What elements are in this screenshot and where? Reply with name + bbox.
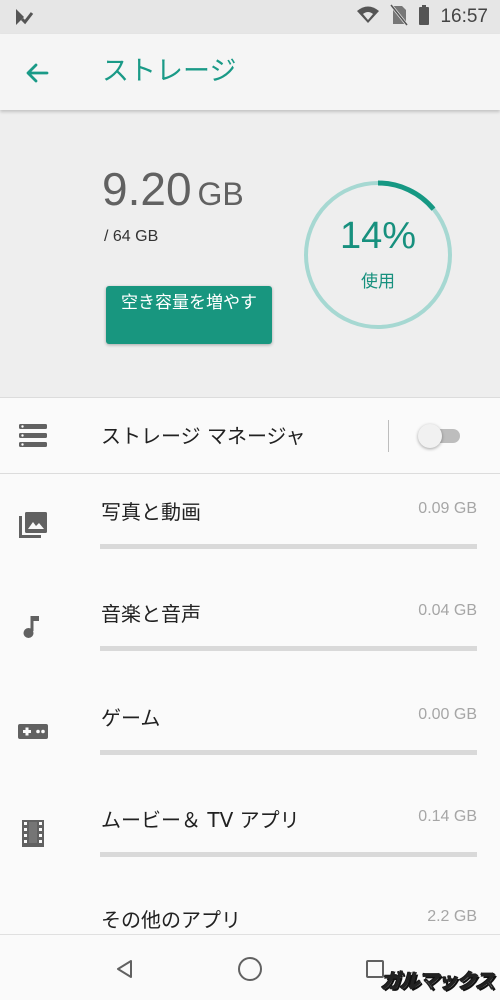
arrow-back-icon xyxy=(26,63,49,83)
vertical-divider xyxy=(388,420,389,452)
category-name: 音楽と音声 xyxy=(101,602,201,626)
category-usage-bar xyxy=(100,750,477,755)
triangle-back-icon xyxy=(117,960,132,978)
total-storage: / 64 GB xyxy=(104,228,159,245)
category-size: 0.00 GB xyxy=(418,706,477,723)
category-games[interactable]: ゲーム 0.00 GB xyxy=(0,682,500,786)
category-name: ゲーム xyxy=(101,706,161,730)
nav-back-button[interactable] xyxy=(105,949,145,989)
category-size: 2.2 GB xyxy=(427,908,477,925)
back-button[interactable] xyxy=(16,52,58,94)
usage-donut: 14% 使用 xyxy=(298,175,458,335)
storage-manager-toggle[interactable] xyxy=(418,424,464,448)
category-name: 写真と動画 xyxy=(101,500,201,524)
storage-manager-icon xyxy=(18,422,48,454)
watermark-logo: ガルマックス xyxy=(380,969,495,994)
app-bar: ストレージ xyxy=(0,34,500,110)
category-usage-bar xyxy=(100,646,477,651)
storage-manager-row[interactable]: ストレージ マネージャ xyxy=(0,398,500,474)
category-usage-fill xyxy=(100,750,477,755)
usage-caption: 使用 xyxy=(361,272,395,292)
music-note-icon xyxy=(18,612,48,642)
used-storage-value: 9.20 xyxy=(102,163,192,215)
category-name: その他のアプリ xyxy=(101,908,241,932)
page-title: ストレージ xyxy=(102,56,237,87)
notification-check-icon xyxy=(14,7,34,31)
storage-manager-label: ストレージ マネージャ xyxy=(101,424,306,448)
no-sim-icon xyxy=(390,4,409,30)
category-movies-tv[interactable]: ムービー＆ TV アプリ 0.14 GB xyxy=(0,784,500,888)
used-storage-unit: GB xyxy=(197,176,244,212)
usage-percent: 14% xyxy=(339,215,417,257)
category-usage-bar xyxy=(100,544,477,549)
category-size: 0.09 GB xyxy=(418,500,477,517)
category-music-audio[interactable]: 音楽と音声 0.04 GB xyxy=(0,578,500,682)
nav-home-button[interactable] xyxy=(230,949,270,989)
gamepad-icon xyxy=(18,716,48,746)
category-usage-bar xyxy=(100,852,477,857)
category-usage-fill xyxy=(100,646,477,651)
category-size: 0.04 GB xyxy=(418,602,477,619)
status-time: 16:57 xyxy=(440,6,488,27)
free-up-space-button[interactable]: 空き容量を増やす xyxy=(106,286,272,344)
navigation-bar: ガルマックス xyxy=(0,934,500,1000)
toggle-thumb xyxy=(418,424,442,448)
category-photos-videos[interactable]: 写真と動画 0.09 GB xyxy=(0,476,500,580)
photo-icon xyxy=(18,510,48,540)
used-storage: 9.20 GB xyxy=(102,162,244,216)
circle-home-icon xyxy=(238,957,262,981)
wifi-icon xyxy=(356,5,380,29)
category-size: 0.14 GB xyxy=(418,808,477,825)
battery-icon xyxy=(418,4,430,30)
status-bar: 16:57 xyxy=(0,0,500,34)
category-usage-fill xyxy=(100,852,477,857)
category-name: ムービー＆ TV アプリ xyxy=(101,808,300,832)
storage-summary: 9.20 GB / 64 GB 空き容量を増やす 14% 使用 xyxy=(0,110,500,398)
category-usage-fill xyxy=(100,544,477,549)
movie-icon xyxy=(18,818,48,848)
